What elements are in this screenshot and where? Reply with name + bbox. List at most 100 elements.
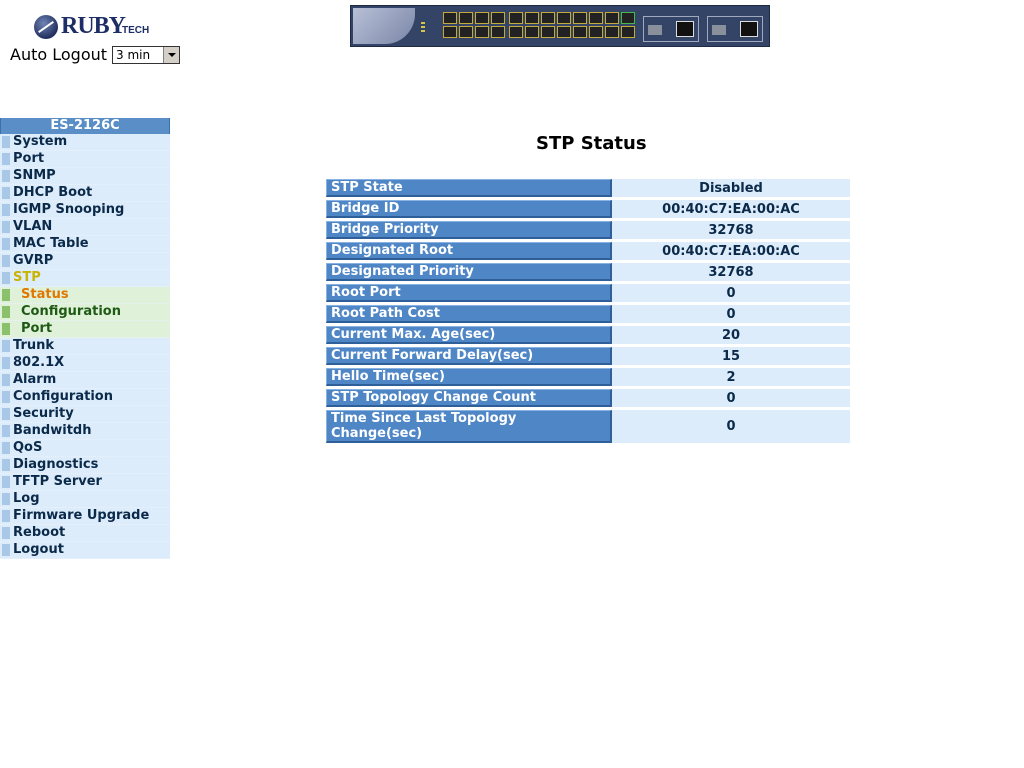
sidebar-menu: ES-2126C System Port SNMP DHCP Boot IGMP… bbox=[0, 118, 170, 559]
bullet-icon bbox=[2, 255, 10, 267]
bullet-icon bbox=[2, 459, 10, 471]
bullet-icon bbox=[2, 204, 10, 216]
sidebar-item-security[interactable]: Security bbox=[0, 406, 170, 423]
row-key: STP Topology Change Count bbox=[326, 389, 612, 407]
sidebar-item-label: STP bbox=[13, 270, 41, 285]
row-key: Time Since Last Topology Change(sec) bbox=[326, 410, 612, 443]
row-value: 15 bbox=[612, 347, 850, 365]
bullet-icon bbox=[2, 357, 10, 369]
sidebar-item-label: Port bbox=[21, 321, 53, 336]
sidebar-item-port[interactable]: Port bbox=[0, 151, 170, 168]
table-row: Current Forward Delay(sec) 15 bbox=[326, 347, 850, 365]
table-row: Root Path Cost 0 bbox=[326, 305, 850, 323]
row-value: 00:40:C7:EA:00:AC bbox=[612, 200, 850, 218]
auto-logout-label: Auto Logout bbox=[10, 45, 108, 64]
sidebar-item-gvrp[interactable]: GVRP bbox=[0, 253, 170, 270]
sidebar-item-label: Status bbox=[21, 287, 69, 302]
sidebar-item-label: Port bbox=[13, 151, 45, 166]
sidebar-item-label: Reboot bbox=[13, 525, 66, 540]
bullet-icon bbox=[2, 272, 10, 284]
globe-icon bbox=[34, 15, 58, 39]
sidebar-item-diagnostics[interactable]: Diagnostics bbox=[0, 457, 170, 474]
table-row: Time Since Last Topology Change(sec) 0 bbox=[326, 410, 850, 443]
row-key: Bridge Priority bbox=[326, 221, 612, 239]
row-value: 0 bbox=[612, 410, 850, 443]
sidebar-subitem-stp-configuration[interactable]: Configuration bbox=[0, 304, 170, 321]
bullet-icon bbox=[2, 374, 10, 386]
sidebar-item-firmware-upgrade[interactable]: Firmware Upgrade bbox=[0, 508, 170, 525]
bullet-icon bbox=[2, 442, 10, 454]
panel-logo bbox=[353, 8, 415, 44]
sidebar-subitem-stp-status[interactable]: Status bbox=[0, 287, 170, 304]
sidebar-item-stp[interactable]: STP bbox=[0, 270, 170, 287]
sidebar-item-8021x[interactable]: 802.1X bbox=[0, 355, 170, 372]
sidebar-item-alarm[interactable]: Alarm bbox=[0, 372, 170, 389]
sidebar-item-mac-table[interactable]: MAC Table bbox=[0, 236, 170, 253]
bullet-icon bbox=[2, 340, 10, 352]
sidebar-item-reboot[interactable]: Reboot bbox=[0, 525, 170, 542]
sidebar-item-label: Firmware Upgrade bbox=[13, 508, 150, 523]
sidebar-item-dhcp-boot[interactable]: DHCP Boot bbox=[0, 185, 170, 202]
sidebar-item-qos[interactable]: QoS bbox=[0, 440, 170, 457]
bullet-icon bbox=[2, 527, 10, 539]
device-model: ES-2126C bbox=[0, 118, 170, 134]
sidebar-item-label: TFTP Server bbox=[13, 474, 102, 489]
row-value: Disabled bbox=[612, 179, 850, 197]
row-key: Bridge ID bbox=[326, 200, 612, 218]
port-group-2 bbox=[509, 12, 571, 38]
panel-leds bbox=[421, 20, 439, 36]
bullet-icon bbox=[2, 306, 10, 318]
row-key: STP State bbox=[326, 179, 612, 197]
sidebar-item-log[interactable]: Log bbox=[0, 491, 170, 508]
sidebar-subitem-stp-port[interactable]: Port bbox=[0, 321, 170, 338]
sidebar-item-label: Log bbox=[13, 491, 40, 506]
row-value: 00:40:C7:EA:00:AC bbox=[612, 242, 850, 260]
switch-front-panel-image bbox=[350, 5, 770, 47]
chevron-down-icon[interactable] bbox=[163, 47, 179, 63]
sidebar-item-label: IGMP Snooping bbox=[13, 202, 125, 217]
row-value: 20 bbox=[612, 326, 850, 344]
auto-logout: Auto Logout bbox=[10, 45, 107, 64]
sidebar-item-label: GVRP bbox=[13, 253, 54, 268]
bullet-icon bbox=[2, 323, 10, 335]
sidebar-item-igmp-snooping[interactable]: IGMP Snooping bbox=[0, 202, 170, 219]
bullet-icon bbox=[2, 238, 10, 250]
sidebar-item-label: Logout bbox=[13, 542, 64, 557]
table-row: Bridge Priority 32768 bbox=[326, 221, 850, 239]
bullet-icon bbox=[2, 493, 10, 505]
sidebar-item-trunk[interactable]: Trunk bbox=[0, 338, 170, 355]
auto-logout-select[interactable]: 3 min bbox=[112, 46, 180, 64]
table-row: Current Max. Age(sec) 20 bbox=[326, 326, 850, 344]
bullet-icon bbox=[2, 391, 10, 403]
sidebar-item-label: 802.1X bbox=[13, 355, 65, 370]
row-value: 2 bbox=[612, 368, 850, 386]
bullet-icon bbox=[2, 425, 10, 437]
table-row: Designated Root 00:40:C7:EA:00:AC bbox=[326, 242, 850, 260]
bullet-icon bbox=[2, 221, 10, 233]
gigabit-port-2 bbox=[707, 16, 763, 42]
table-row: STP State Disabled bbox=[326, 179, 850, 197]
sidebar-item-label: QoS bbox=[13, 440, 43, 455]
sidebar-item-system[interactable]: System bbox=[0, 134, 170, 151]
row-value: 32768 bbox=[612, 221, 850, 239]
stp-status-table: STP State Disabled Bridge ID 00:40:C7:EA:0… bbox=[326, 176, 850, 446]
auto-logout-value: 3 min bbox=[116, 48, 151, 62]
row-key: Root Port bbox=[326, 284, 612, 302]
sidebar-item-snmp[interactable]: SNMP bbox=[0, 168, 170, 185]
bullet-icon bbox=[2, 544, 10, 556]
sidebar-item-label: Configuration bbox=[21, 304, 121, 319]
sidebar-item-tftp-server[interactable]: TFTP Server bbox=[0, 474, 170, 491]
sidebar-item-logout[interactable]: Logout bbox=[0, 542, 170, 559]
sidebar-item-configuration[interactable]: Configuration bbox=[0, 389, 170, 406]
row-key: Hello Time(sec) bbox=[326, 368, 612, 386]
sidebar-item-vlan[interactable]: VLAN bbox=[0, 219, 170, 236]
sidebar-item-label: Diagnostics bbox=[13, 457, 99, 472]
logo-word: RUBY bbox=[61, 13, 126, 39]
sidebar-item-bandwidth[interactable]: Bandwitdh bbox=[0, 423, 170, 440]
table-row: STP Topology Change Count 0 bbox=[326, 389, 850, 407]
table-row: Root Port 0 bbox=[326, 284, 850, 302]
table-row: Designated Priority 32768 bbox=[326, 263, 850, 281]
row-key: Root Path Cost bbox=[326, 305, 612, 323]
port-group-3 bbox=[573, 12, 635, 38]
table-row: Bridge ID 00:40:C7:EA:00:AC bbox=[326, 200, 850, 218]
